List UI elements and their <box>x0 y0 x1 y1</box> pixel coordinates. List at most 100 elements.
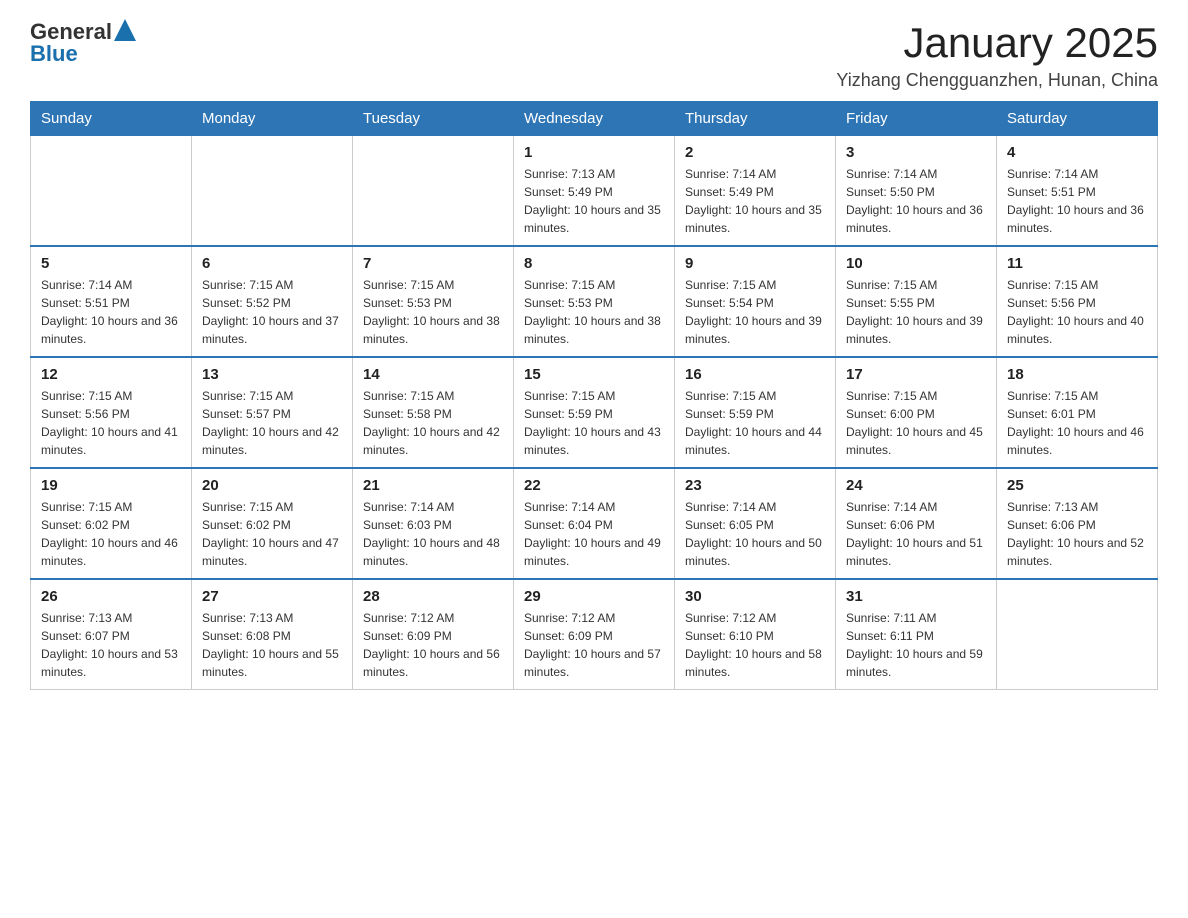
calendar-day-cell: 20 Sunrise: 7:15 AMSunset: 6:02 PMDayligh… <box>192 468 353 579</box>
calendar-day-header: Monday <box>192 102 353 136</box>
day-number: 31 <box>846 588 986 605</box>
calendar-day-cell: 27 Sunrise: 7:13 AMSunset: 6:08 PMDayligh… <box>192 579 353 690</box>
calendar-day-cell: 14Sunrise: 7:15 AMSunset: 5:58 PMDayligh… <box>353 357 514 468</box>
day-number: 27 <box>202 588 342 605</box>
day-info: Sunrise: 7:15 AMSunset: 5:56 PMDaylight:… <box>41 387 181 459</box>
calendar-table: SundayMondayTuesdayWednesdayThursdayFrid… <box>30 101 1158 690</box>
day-number: 9 <box>685 255 825 272</box>
day-number: 4 <box>1007 144 1147 161</box>
day-number: 17 <box>846 366 986 383</box>
calendar-day-cell: 2 Sunrise: 7:14 AMSunset: 5:49 PMDaylight… <box>675 136 836 247</box>
calendar-day-cell: 8 Sunrise: 7:15 AMSunset: 5:53 PMDaylight… <box>514 246 675 357</box>
calendar-day-cell <box>192 136 353 247</box>
day-number: 20 <box>202 477 342 494</box>
day-info: Sunrise: 7:15 AMSunset: 5:52 PMDaylight:… <box>202 276 342 348</box>
calendar-day-cell: 31 Sunrise: 7:11 AMSunset: 6:11 PMDayligh… <box>836 579 997 690</box>
day-info: Sunrise: 7:15 AMSunset: 5:53 PMDaylight:… <box>524 276 664 348</box>
logo-blue: Blue <box>30 42 136 66</box>
day-info: Sunrise: 7:15 AMSunset: 6:02 PMDaylight:… <box>202 498 342 570</box>
day-info: Sunrise: 7:14 AMSunset: 5:51 PMDaylight:… <box>41 276 181 348</box>
calendar-day-header: Friday <box>836 102 997 136</box>
calendar-day-cell: 17 Sunrise: 7:15 AMSunset: 6:00 PMDayligh… <box>836 357 997 468</box>
day-info: Sunrise: 7:12 AMSunset: 6:10 PMDaylight:… <box>685 609 825 681</box>
calendar-day-cell <box>997 579 1158 690</box>
day-info: Sunrise: 7:15 AMSunset: 5:59 PMDaylight:… <box>685 387 825 459</box>
day-number: 19 <box>41 477 181 494</box>
calendar-day-cell: 12 Sunrise: 7:15 AMSunset: 5:56 PMDayligh… <box>31 357 192 468</box>
day-info: Sunrise: 7:15 AMSunset: 5:56 PMDaylight:… <box>1007 276 1147 348</box>
calendar-day-cell: 3 Sunrise: 7:14 AMSunset: 5:50 PMDaylight… <box>836 136 997 247</box>
day-info: Sunrise: 7:15 AMSunset: 5:59 PMDaylight:… <box>524 387 664 459</box>
day-info: Sunrise: 7:14 AMSunset: 5:50 PMDaylight:… <box>846 165 986 237</box>
day-number: 2 <box>685 144 825 161</box>
calendar-day-cell: 22 Sunrise: 7:14 AMSunset: 6:04 PMDayligh… <box>514 468 675 579</box>
page-header: General Blue January 2025 Yizhang Chengg… <box>30 20 1158 91</box>
calendar-week-row: 1 Sunrise: 7:13 AMSunset: 5:49 PMDaylight… <box>31 136 1158 247</box>
day-info: Sunrise: 7:13 AMSunset: 6:07 PMDaylight:… <box>41 609 181 681</box>
day-number: 22 <box>524 477 664 494</box>
calendar-day-cell: 4 Sunrise: 7:14 AMSunset: 5:51 PMDaylight… <box>997 136 1158 247</box>
day-number: 24 <box>846 477 986 494</box>
day-info: Sunrise: 7:15 AMSunset: 6:01 PMDaylight:… <box>1007 387 1147 459</box>
day-number: 14 <box>363 366 503 383</box>
calendar-day-cell: 29Sunrise: 7:12 AMSunset: 6:09 PMDayligh… <box>514 579 675 690</box>
calendar-day-cell: 25Sunrise: 7:13 AMSunset: 6:06 PMDayligh… <box>997 468 1158 579</box>
day-info: Sunrise: 7:14 AMSunset: 6:06 PMDaylight:… <box>846 498 986 570</box>
day-info: Sunrise: 7:15 AMSunset: 6:02 PMDaylight:… <box>41 498 181 570</box>
calendar-day-cell: 5Sunrise: 7:14 AMSunset: 5:51 PMDaylight… <box>31 246 192 357</box>
day-info: Sunrise: 7:14 AMSunset: 6:05 PMDaylight:… <box>685 498 825 570</box>
day-number: 15 <box>524 366 664 383</box>
day-number: 3 <box>846 144 986 161</box>
location-subtitle: Yizhang Chengguanzhen, Hunan, China <box>836 70 1158 91</box>
day-number: 18 <box>1007 366 1147 383</box>
day-info: Sunrise: 7:12 AMSunset: 6:09 PMDaylight:… <box>524 609 664 681</box>
day-number: 16 <box>685 366 825 383</box>
calendar-week-row: 26 Sunrise: 7:13 AMSunset: 6:07 PMDayligh… <box>31 579 1158 690</box>
calendar-day-cell: 26 Sunrise: 7:13 AMSunset: 6:07 PMDayligh… <box>31 579 192 690</box>
day-info: Sunrise: 7:14 AMSunset: 5:51 PMDaylight:… <box>1007 165 1147 237</box>
calendar-day-cell: 10 Sunrise: 7:15 AMSunset: 5:55 PMDayligh… <box>836 246 997 357</box>
calendar-day-cell: 1 Sunrise: 7:13 AMSunset: 5:49 PMDaylight… <box>514 136 675 247</box>
day-info: Sunrise: 7:14 AMSunset: 6:03 PMDaylight:… <box>363 498 503 570</box>
day-info: Sunrise: 7:14 AMSunset: 6:04 PMDaylight:… <box>524 498 664 570</box>
calendar-day-cell: 11 Sunrise: 7:15 AMSunset: 5:56 PMDayligh… <box>997 246 1158 357</box>
calendar-day-cell: 24 Sunrise: 7:14 AMSunset: 6:06 PMDayligh… <box>836 468 997 579</box>
calendar-day-cell <box>31 136 192 247</box>
calendar-day-header: Wednesday <box>514 102 675 136</box>
day-number: 26 <box>41 588 181 605</box>
day-number: 11 <box>1007 255 1147 272</box>
day-info: Sunrise: 7:15 AMSunset: 5:55 PMDaylight:… <box>846 276 986 348</box>
calendar-day-header: Saturday <box>997 102 1158 136</box>
calendar-day-cell: 13Sunrise: 7:15 AMSunset: 5:57 PMDayligh… <box>192 357 353 468</box>
day-info: Sunrise: 7:14 AMSunset: 5:49 PMDaylight:… <box>685 165 825 237</box>
day-number: 8 <box>524 255 664 272</box>
day-info: Sunrise: 7:13 AMSunset: 5:49 PMDaylight:… <box>524 165 664 237</box>
day-info: Sunrise: 7:11 AMSunset: 6:11 PMDaylight:… <box>846 609 986 681</box>
day-number: 13 <box>202 366 342 383</box>
day-info: Sunrise: 7:15 AMSunset: 5:54 PMDaylight:… <box>685 276 825 348</box>
day-info: Sunrise: 7:13 AMSunset: 6:08 PMDaylight:… <box>202 609 342 681</box>
day-number: 6 <box>202 255 342 272</box>
calendar-day-cell: 6 Sunrise: 7:15 AMSunset: 5:52 PMDaylight… <box>192 246 353 357</box>
calendar-day-cell: 19 Sunrise: 7:15 AMSunset: 6:02 PMDayligh… <box>31 468 192 579</box>
day-number: 12 <box>41 366 181 383</box>
calendar-day-cell <box>353 136 514 247</box>
calendar-day-cell: 18 Sunrise: 7:15 AMSunset: 6:01 PMDayligh… <box>997 357 1158 468</box>
day-number: 1 <box>524 144 664 161</box>
title-block: January 2025 Yizhang Chengguanzhen, Huna… <box>836 20 1158 91</box>
day-number: 10 <box>846 255 986 272</box>
day-number: 23 <box>685 477 825 494</box>
day-number: 7 <box>363 255 503 272</box>
calendar-day-cell: 21Sunrise: 7:14 AMSunset: 6:03 PMDayligh… <box>353 468 514 579</box>
day-info: Sunrise: 7:15 AMSunset: 6:00 PMDaylight:… <box>846 387 986 459</box>
calendar-day-cell: 16 Sunrise: 7:15 AMSunset: 5:59 PMDayligh… <box>675 357 836 468</box>
day-info: Sunrise: 7:12 AMSunset: 6:09 PMDaylight:… <box>363 609 503 681</box>
day-info: Sunrise: 7:15 AMSunset: 5:53 PMDaylight:… <box>363 276 503 348</box>
calendar-day-cell: 28Sunrise: 7:12 AMSunset: 6:09 PMDayligh… <box>353 579 514 690</box>
calendar-day-header: Tuesday <box>353 102 514 136</box>
logo: General Blue <box>30 20 136 66</box>
logo-icon <box>114 19 136 41</box>
calendar-week-row: 12 Sunrise: 7:15 AMSunset: 5:56 PMDayligh… <box>31 357 1158 468</box>
calendar-header-row: SundayMondayTuesdayWednesdayThursdayFrid… <box>31 102 1158 136</box>
calendar-day-cell: 15 Sunrise: 7:15 AMSunset: 5:59 PMDayligh… <box>514 357 675 468</box>
